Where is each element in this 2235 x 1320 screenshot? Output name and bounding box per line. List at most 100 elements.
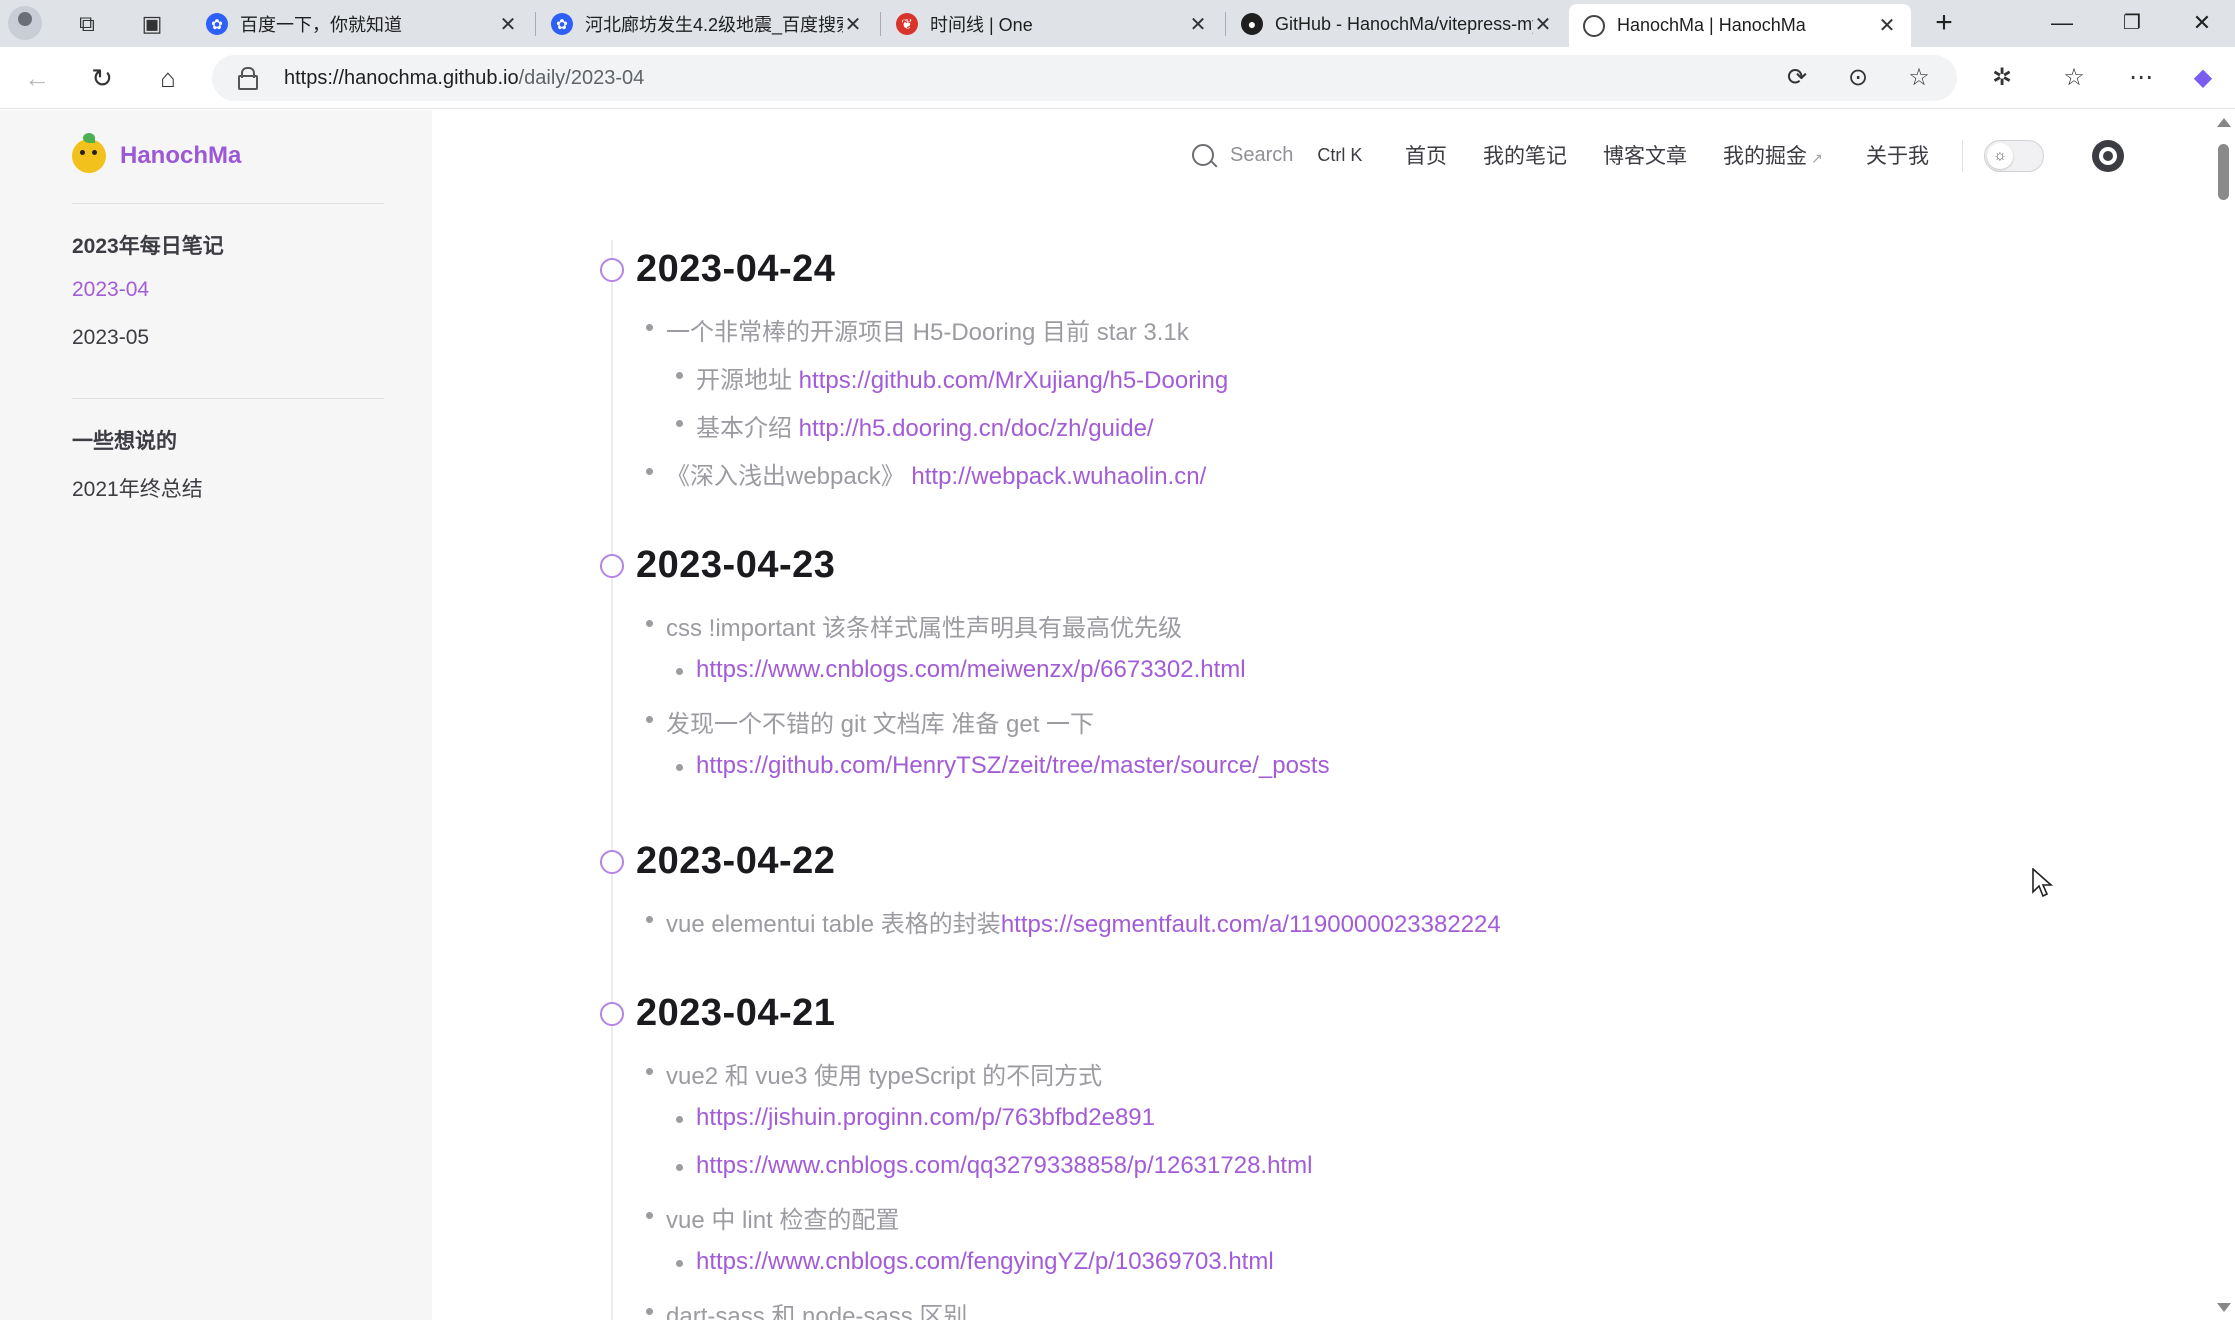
list-item: 开源地址 https://github.com/MrXujiang/h5-Doo… xyxy=(675,360,1229,395)
close-tab-icon[interactable]: ✕ xyxy=(1188,12,1208,37)
github-icon[interactable] xyxy=(2092,140,2124,172)
list-item: https://jishuin.proginn.com/p/763bfbd2e8… xyxy=(676,1104,1155,1132)
link[interactable]: http://h5.dooring.cn/doc/zh/guide/ xyxy=(799,415,1154,442)
home-button[interactable]: ⌂ xyxy=(151,61,185,95)
nav-blog[interactable]: 博客文章 xyxy=(1603,140,1687,170)
sidebar-divider xyxy=(72,398,384,399)
day-heading: 2023-04-21 xyxy=(636,992,836,1034)
refresh-button[interactable]: ↻ xyxy=(85,61,119,95)
list-item: vue elementui table 表格的封装https://segment… xyxy=(646,904,1501,939)
close-window-button[interactable]: ✕ xyxy=(2182,6,2222,40)
favorites-icon[interactable]: ☆ xyxy=(2057,61,2091,95)
lock-icon[interactable] xyxy=(238,67,258,90)
page-scrollbar[interactable] xyxy=(2212,110,2235,1320)
sidebar-item-2023-04[interactable]: 2023-04 xyxy=(72,278,149,302)
link[interactable]: https://www.cnblogs.com/meiwenzx/p/66733… xyxy=(696,656,1246,683)
minimize-button[interactable]: — xyxy=(2042,6,2082,40)
tab-one-timeline[interactable]: ❦ 时间线 | One ✕ xyxy=(882,3,1222,45)
timeline-line xyxy=(611,240,613,1320)
more-icon[interactable]: ⋯ xyxy=(2124,61,2158,95)
favorite-star-icon[interactable]: ☆ xyxy=(1902,61,1936,95)
doc-content: 2023-04-24 一个非常棒的开源项目 H5-Dooring 目前 star… xyxy=(432,200,2212,1320)
sidebar-group-title: 一些想说的 xyxy=(72,430,177,453)
main-area: Search Ctrl K 首页 我的笔记 博客文章 我的掘金 ↗ 关于我 ☼ 2… xyxy=(432,110,2212,1320)
vitepress-page: HanochMa 2023年每日笔记 2023-04 2023-05 一些想说的… xyxy=(0,110,2235,1320)
link[interactable]: https://github.com/MrXujiang/h5-Dooring xyxy=(799,367,1229,394)
scroll-up-arrow-icon[interactable] xyxy=(2217,118,2231,127)
sun-icon: ☼ xyxy=(1987,143,2013,169)
tab-baidu-search[interactable]: ✿ 河北廊坊发生4.2级地震_百度搜索 ✕ xyxy=(537,3,877,45)
one-logo-icon: ❦ xyxy=(896,13,918,35)
close-tab-icon[interactable]: ✕ xyxy=(843,12,863,37)
timeline-dot xyxy=(600,554,624,578)
address-toolbar: ← ↻ ⌂ https://hanochma.github.io/daily/2… xyxy=(0,47,2235,109)
address-bar[interactable]: https://hanochma.github.io/daily/2023-04… xyxy=(212,55,1957,101)
github-icon: ● xyxy=(1241,13,1263,35)
list-item: 发现一个不错的 git 文档库 准备 get 一下 xyxy=(645,704,1094,739)
list-item: css !important 该条样式属性声明具有最高优先级 xyxy=(645,608,1182,643)
nav-home[interactable]: 首页 xyxy=(1405,140,1447,170)
extensions-icon[interactable]: ✲ xyxy=(1985,61,2019,95)
list-item: dart-sass 和 node-sass 区别 xyxy=(645,1296,967,1320)
profile-avatar[interactable] xyxy=(8,6,42,40)
fruit-logo-icon xyxy=(72,133,106,173)
reader-icon[interactable]: ⊙ xyxy=(1841,61,1875,95)
search-button[interactable]: Search Ctrl K xyxy=(1192,138,1362,172)
link[interactable]: https://segmentfault.com/a/1190000023382… xyxy=(1001,911,1501,938)
globe-icon xyxy=(1583,14,1605,37)
nav-divider xyxy=(1962,140,1963,172)
nav-about[interactable]: 关于我 xyxy=(1866,140,1929,170)
sidebar-item-2023-05[interactable]: 2023-05 xyxy=(72,326,149,350)
timeline-dot xyxy=(600,850,624,874)
top-nav: Search Ctrl K 首页 我的笔记 博客文章 我的掘金 ↗ 关于我 ☼ xyxy=(432,110,2212,200)
nav-juejin[interactable]: 我的掘金 ↗ xyxy=(1723,140,1823,170)
search-icon xyxy=(1192,144,1214,166)
link[interactable]: http://webpack.wuhaolin.cn/ xyxy=(911,463,1206,490)
restore-button[interactable]: ❐ xyxy=(2112,6,2152,40)
sidebar-group-title: 2023年每日笔记 xyxy=(72,235,224,258)
nav-notes[interactable]: 我的笔记 xyxy=(1483,140,1567,170)
day-heading: 2023-04-24 xyxy=(636,248,836,290)
close-tab-icon[interactable]: ✕ xyxy=(1877,13,1897,38)
list-item: 基本介绍 http://h5.dooring.cn/doc/zh/guide/ xyxy=(676,408,1154,443)
timeline-dot xyxy=(600,1002,624,1026)
tab-hanochma-active[interactable]: HanochMa | HanochMa ✕ xyxy=(1569,4,1911,47)
back-button[interactable]: ← xyxy=(20,61,54,95)
scroll-down-arrow-icon[interactable] xyxy=(2217,1303,2231,1312)
sidebar-divider xyxy=(72,203,384,204)
sidebar-item-2021-summary[interactable]: 2021年终总结 xyxy=(72,473,203,503)
list-item: 《深入浅出webpack》 http://webpack.wuhaolin.cn… xyxy=(645,456,1206,491)
list-item: 一个非常棒的开源项目 H5-Dooring 目前 star 3.1k xyxy=(646,312,1189,347)
tab-actions-icon[interactable]: ▣ xyxy=(138,10,166,38)
list-item: https://www.cnblogs.com/qq3279338858/p/1… xyxy=(675,1152,1312,1180)
link[interactable]: https://www.cnblogs.com/qq3279338858/p/1… xyxy=(696,1152,1312,1179)
timeline-dot xyxy=(600,258,624,282)
baidu-paw-icon: ✿ xyxy=(206,13,228,35)
list-item: vue2 和 vue3 使用 typeScript 的不同方式 xyxy=(645,1056,1102,1091)
link[interactable]: https://www.cnblogs.com/fengyingYZ/p/103… xyxy=(696,1248,1274,1275)
list-item: vue 中 lint 检查的配置 xyxy=(645,1200,899,1235)
day-heading: 2023-04-23 xyxy=(636,544,836,586)
baidu-paw-icon: ✿ xyxy=(551,13,573,35)
link[interactable]: https://github.com/HenryTSZ/zeit/tree/ma… xyxy=(696,752,1330,779)
list-item: https://www.cnblogs.com/fengyingYZ/p/103… xyxy=(676,1248,1274,1276)
link[interactable]: https://jishuin.proginn.com/p/763bfbd2e8… xyxy=(696,1104,1155,1131)
url-text: https://hanochma.github.io/daily/2023-04 xyxy=(284,67,645,89)
copilot-icon[interactable]: ◆ xyxy=(2186,61,2220,95)
translate-icon[interactable]: ⟳ xyxy=(1780,61,1814,95)
sidebar: HanochMa 2023年每日笔记 2023-04 2023-05 一些想说的… xyxy=(0,110,432,1320)
site-brand[interactable]: HanochMa xyxy=(72,133,241,178)
close-tab-icon[interactable]: ✕ xyxy=(498,12,518,37)
list-item: https://www.cnblogs.com/meiwenzx/p/66733… xyxy=(676,656,1246,684)
tab-baidu-home[interactable]: ✿ 百度一下，你就知道 ✕ xyxy=(192,3,532,45)
close-tab-icon[interactable]: ✕ xyxy=(1533,12,1553,37)
new-tab-button[interactable]: + xyxy=(1924,6,1964,40)
search-shortcut: Ctrl K xyxy=(1317,144,1363,165)
theme-toggle[interactable]: ☼ xyxy=(1984,140,2044,172)
tab-github-repo[interactable]: ● GitHub - HanochMa/vitepress-my-blog ✕ xyxy=(1227,3,1567,45)
browser-tab-bar: ⧉ ▣ ✿ 百度一下，你就知道 ✕ ✿ 河北廊坊发生4.2级地震_百度搜索 ✕ … xyxy=(0,0,2235,47)
scroll-thumb[interactable] xyxy=(2218,144,2229,200)
workspaces-icon[interactable]: ⧉ xyxy=(73,10,101,38)
day-heading: 2023-04-22 xyxy=(636,840,836,882)
list-item: https://github.com/HenryTSZ/zeit/tree/ma… xyxy=(676,752,1330,780)
